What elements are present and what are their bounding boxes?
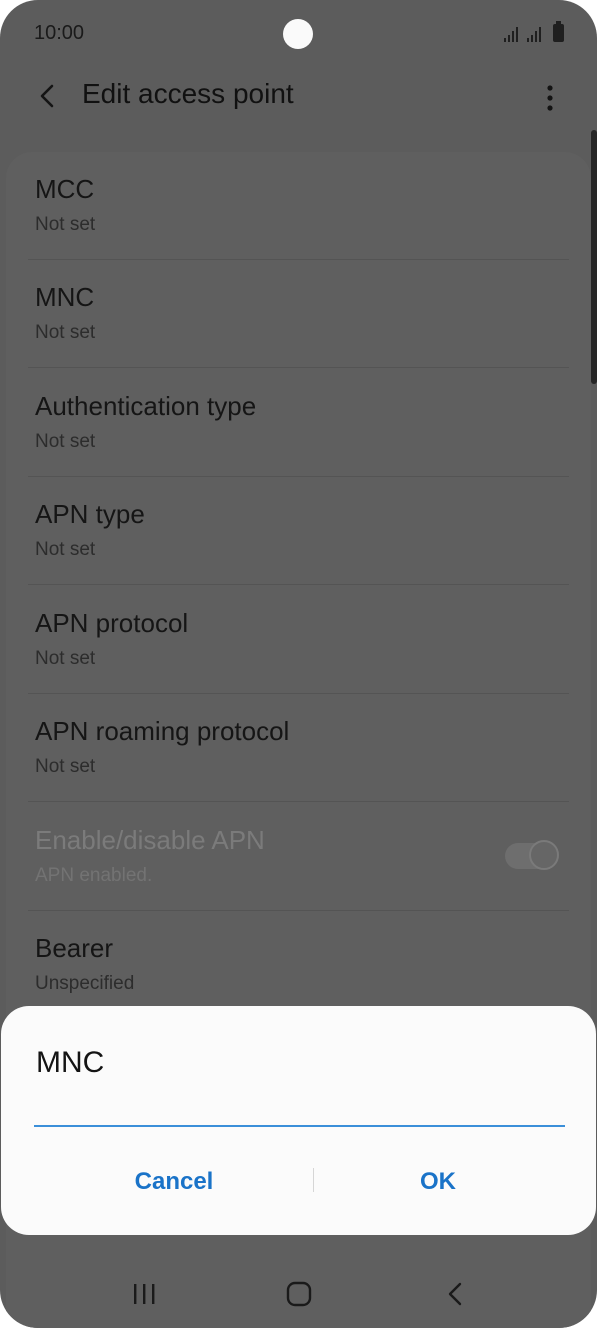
setting-summary: Not set (35, 214, 96, 235)
setting-title: Authentication type (35, 391, 257, 421)
setting-summary: Not set (35, 648, 96, 669)
setting-title: APN protocol (35, 608, 189, 638)
chevron-left-icon (40, 84, 54, 108)
divider (28, 801, 569, 802)
more-vert-icon (547, 85, 553, 111)
page-title: Edit access point (82, 78, 294, 109)
scrollbar[interactable] (591, 130, 597, 384)
setting-bearer[interactable]: Bearer Unspecified (6, 911, 591, 1019)
battery-icon (553, 21, 564, 42)
dialog-title: MNC (36, 1046, 105, 1079)
setting-title: Bearer (35, 933, 114, 963)
setting-summary: Unspecified (35, 973, 135, 994)
setting-summary: Not set (35, 539, 96, 560)
setting-title: MCC (35, 174, 95, 204)
phone-screen: 10:00 Edit access point MCC Not set MNC … (0, 0, 597, 1328)
setting-summary: Not set (35, 756, 96, 777)
setting-title: MNC (35, 282, 95, 312)
setting-apn-roaming-protocol[interactable]: APN roaming protocol Not set (6, 694, 591, 802)
setting-summary: APN enabled. (35, 865, 153, 886)
app-bar: Edit access point (0, 70, 597, 130)
setting-title: Enable/disable APN (35, 825, 265, 855)
setting-summary: Not set (35, 322, 96, 343)
recents-button[interactable] (119, 1272, 169, 1316)
signal-icon (527, 27, 541, 42)
ok-button[interactable]: OK (313, 1160, 563, 1204)
setting-apn-type[interactable]: APN type Not set (6, 477, 591, 585)
setting-enable-apn[interactable]: Enable/disable APN APN enabled. (6, 803, 591, 911)
status-bar: 10:00 (0, 0, 597, 70)
back-nav-button[interactable] (430, 1272, 480, 1316)
home-icon (286, 1281, 312, 1307)
setting-title: APN type (35, 499, 145, 529)
status-time: 10:00 (34, 22, 85, 44)
cancel-button[interactable]: Cancel (49, 1160, 299, 1204)
setting-apn-protocol[interactable]: APN protocol Not set (6, 586, 591, 694)
setting-authentication-type[interactable]: Authentication type Not set (6, 369, 591, 477)
home-button[interactable] (274, 1272, 324, 1316)
setting-mcc[interactable]: MCC Not set (6, 152, 591, 260)
toggle-knob (529, 840, 559, 870)
setting-summary: Not set (35, 431, 96, 452)
front-camera (283, 19, 313, 49)
setting-title: APN roaming protocol (35, 716, 290, 746)
navigation-bar (0, 1258, 597, 1328)
setting-mnc[interactable]: MNC Not set (6, 260, 591, 368)
divider (28, 584, 569, 585)
back-icon (448, 1282, 462, 1306)
divider (28, 367, 569, 368)
recents-icon (134, 1284, 155, 1304)
mnc-input[interactable] (34, 1083, 565, 1127)
signal-icon (504, 27, 518, 42)
back-button[interactable] (28, 74, 68, 118)
more-options-button[interactable] (536, 78, 564, 118)
apn-toggle[interactable] (505, 840, 559, 870)
